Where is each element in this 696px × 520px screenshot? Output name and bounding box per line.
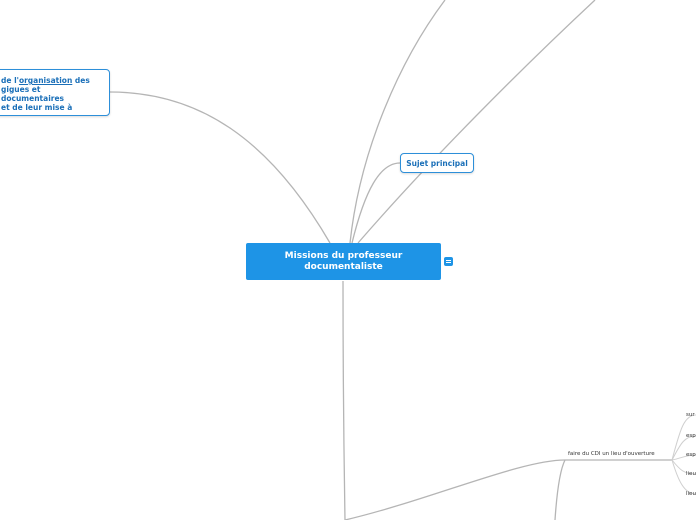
sujet-label: Sujet principal	[406, 158, 468, 168]
branch-label[interactable]: faire du CDI un lieu d'ouverture	[568, 451, 655, 458]
link-top-2	[357, 0, 596, 244]
leaf-4[interactable]: lieu	[686, 471, 696, 478]
topic-organisation[interactable]: de l'organisation des gigues et document…	[0, 69, 110, 116]
link-branch-start	[554, 459, 566, 520]
topic-text-3: et de leur mise à	[1, 103, 73, 112]
topic-text-2: gigues et documentaires	[1, 85, 65, 103]
topic-sujet-principal[interactable]: Sujet principal	[400, 153, 474, 173]
leaf-2[interactable]: esp	[686, 433, 696, 440]
root-label-line2: documentaliste	[304, 261, 383, 272]
topic-text-1a: de l'	[1, 76, 19, 85]
root-label-line1: Missions du professeur	[284, 250, 403, 261]
organisation-link[interactable]: organisation	[19, 76, 72, 85]
leaf-5[interactable]: lieu	[686, 491, 696, 498]
leaf-1[interactable]: sur	[686, 412, 695, 419]
root-topic[interactable]: Missions du professeur documentaliste	[246, 243, 441, 280]
link-branch	[344, 459, 672, 520]
link-top-1	[349, 0, 446, 244]
topic-text-1b: des	[72, 76, 90, 85]
link-left-node	[109, 91, 331, 244]
link-bottom	[342, 280, 346, 520]
leaf-3[interactable]: esp	[686, 452, 696, 459]
notes-icon[interactable]	[444, 257, 453, 266]
